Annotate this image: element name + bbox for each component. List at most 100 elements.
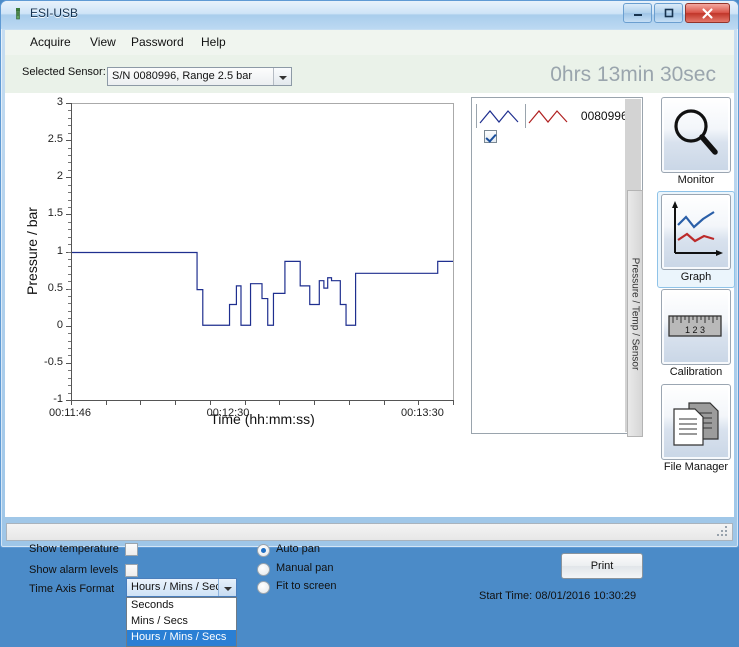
chart-y-minor-tick bbox=[68, 385, 71, 387]
line-chart-icon bbox=[672, 201, 723, 256]
status-bar bbox=[6, 523, 733, 541]
chart-plot-area[interactable] bbox=[71, 103, 454, 401]
time-axis-format-value: Hours / Mins / Secs bbox=[131, 581, 219, 593]
chart-x-tick-mark bbox=[418, 400, 420, 405]
chart-y-minor-tick bbox=[68, 199, 71, 201]
pressure-trace bbox=[71, 251, 453, 326]
chart-x-tick-label: 00:11:46 bbox=[49, 407, 92, 419]
elapsed-time: 0hrs 13min 30sec bbox=[550, 63, 716, 86]
chart-y-minor-tick bbox=[68, 117, 71, 119]
chart-y-minor-tick bbox=[68, 244, 71, 246]
radio-auto-pan-label: Auto pan bbox=[276, 543, 321, 555]
chart-y-minor-tick bbox=[68, 258, 71, 260]
magnifier-icon bbox=[674, 109, 718, 155]
radio-fit-to-screen[interactable] bbox=[257, 581, 270, 594]
chart-y-tick-label: 3 bbox=[56, 96, 63, 108]
file-manager-button-label: File Manager bbox=[663, 461, 729, 473]
chart-y-minor-tick bbox=[68, 206, 71, 208]
chart-y-minor-tick bbox=[68, 266, 71, 268]
dropdown-option-seconds[interactable]: Seconds bbox=[127, 598, 236, 614]
graph-button[interactable] bbox=[661, 194, 731, 270]
chart-y-minor-tick bbox=[68, 169, 71, 171]
menu-item-password[interactable]: Password bbox=[124, 34, 191, 51]
legend-visibility-checkbox[interactable] bbox=[484, 130, 497, 144]
documents-icon bbox=[673, 402, 719, 446]
dropdown-option-hours-mins-secs[interactable]: Hours / Mins / Secs bbox=[127, 630, 236, 646]
chart-y-minor-tick bbox=[68, 184, 71, 186]
show-alarm-levels-label: Show alarm levels bbox=[29, 564, 119, 576]
chart-y-minor-tick bbox=[68, 370, 71, 372]
resize-grip[interactable] bbox=[717, 526, 729, 538]
maximize-button[interactable] bbox=[654, 3, 683, 23]
chart-y-minor-tick bbox=[68, 236, 71, 238]
content-area: Pressure / bar Time (hh:mm:ss) 3 2.5 2 1.5 1… bbox=[5, 93, 735, 647]
chart-y-minor-tick bbox=[68, 288, 71, 290]
window-title: ESI-USB bbox=[30, 6, 79, 20]
chart-y-tick-label: 1 bbox=[56, 244, 63, 257]
close-button[interactable] bbox=[685, 3, 730, 23]
radio-auto-pan[interactable] bbox=[257, 544, 270, 557]
chart-x-tick-mark bbox=[209, 400, 211, 405]
chart-x-tick-label: 00:13:30 bbox=[401, 407, 444, 419]
legend-sensor-serial: 0080996 bbox=[580, 109, 628, 123]
chart-x-tick-mark bbox=[453, 400, 454, 405]
show-temperature-checkbox[interactable] bbox=[125, 543, 138, 556]
chart-y-tick-mark bbox=[66, 362, 71, 364]
chart-y-tick-mark bbox=[66, 214, 71, 216]
chart-y-minor-tick bbox=[68, 340, 71, 342]
chart-y-minor-tick bbox=[68, 296, 71, 298]
app-icon bbox=[10, 7, 26, 23]
mode-button-rail: Monitor Graph 1 2 3 Calibration File Man… bbox=[657, 93, 735, 510]
chevron-down-icon[interactable] bbox=[273, 68, 291, 85]
menu-item-acquire[interactable]: Acquire bbox=[23, 34, 78, 51]
menu-bar: Acquire View Password Help bbox=[5, 30, 734, 56]
chart-x-tick-mark bbox=[348, 400, 350, 405]
start-time-label: Start Time: 08/01/2016 10:30:29 bbox=[479, 590, 637, 602]
chart-y-minor-tick bbox=[68, 281, 71, 283]
app-window: ESI-USB Acquire View Password Help Selec… bbox=[0, 0, 739, 647]
selected-sensor-label: Selected Sensor: bbox=[22, 66, 106, 78]
monitor-button[interactable] bbox=[661, 97, 731, 173]
chart-y-minor-tick bbox=[68, 125, 71, 127]
sensor-legend-panel: 0080996 bbox=[471, 97, 643, 434]
show-alarm-levels-checkbox[interactable] bbox=[125, 564, 138, 577]
chart-y-minor-tick bbox=[68, 392, 71, 394]
file-manager-button[interactable] bbox=[661, 384, 731, 460]
sensor-select[interactable]: S/N 0080996, Range 2.5 bar bbox=[107, 67, 292, 86]
chart-x-tick-mark bbox=[175, 400, 177, 405]
chart-y-minor-tick bbox=[68, 355, 71, 357]
chart-y-minor-tick bbox=[68, 273, 71, 275]
menu-item-view[interactable]: View bbox=[83, 34, 123, 51]
menu-item-help[interactable]: Help bbox=[194, 34, 233, 51]
show-temperature-label: Show temperature bbox=[29, 543, 119, 555]
time-axis-format-dropdown[interactable]: Seconds Mins / Secs Hours / Mins / Secs bbox=[126, 597, 237, 647]
chart-y-axis-label: Pressure / bar bbox=[24, 207, 40, 295]
monitor-button-label: Monitor bbox=[677, 174, 715, 186]
chart-y-minor-tick bbox=[68, 229, 71, 231]
legend-row[interactable]: 0080996 bbox=[476, 104, 642, 144]
chart-y-tick-label: 2.5 bbox=[47, 133, 63, 146]
calibration-button[interactable]: 1 2 3 bbox=[661, 289, 731, 365]
chart-y-minor-tick bbox=[68, 377, 71, 379]
chart-y-tick-label: -1 bbox=[53, 393, 63, 405]
chart-y-minor-tick bbox=[68, 303, 71, 305]
chart-x-tick-mark bbox=[105, 400, 107, 405]
calibration-button-label: Calibration bbox=[669, 366, 723, 378]
chart-x-tick-mark bbox=[244, 400, 246, 405]
radio-fit-to-screen-label: Fit to screen bbox=[276, 580, 337, 592]
chart-x-tick-mark bbox=[71, 400, 72, 405]
dropdown-option-mins-secs[interactable]: Mins / Secs bbox=[127, 614, 236, 630]
chevron-down-icon[interactable] bbox=[218, 579, 236, 596]
chart-x-axis-label: Time (hh:mm:ss) bbox=[210, 411, 315, 427]
minimize-button[interactable] bbox=[623, 3, 652, 23]
print-button[interactable]: Print bbox=[561, 553, 643, 579]
chart-y-minor-tick bbox=[68, 132, 71, 134]
chart-x-tick-mark bbox=[383, 400, 385, 405]
chart-y-minor-tick bbox=[68, 162, 71, 164]
panel-splitter[interactable]: Pressure / Temp / Sensor bbox=[627, 190, 643, 437]
chart-x-tick-mark bbox=[279, 400, 281, 405]
radio-manual-pan[interactable] bbox=[257, 563, 270, 576]
chart-y-minor-tick bbox=[68, 251, 71, 253]
chart-y-minor-tick bbox=[68, 154, 71, 156]
time-axis-format-select[interactable]: Hours / Mins / Secs bbox=[126, 578, 237, 597]
